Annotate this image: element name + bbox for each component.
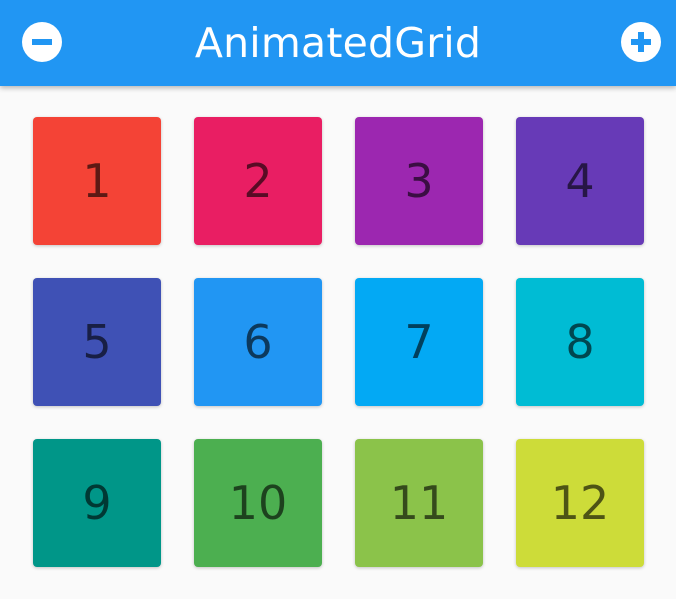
grid-tile[interactable]: 3 [355,117,483,245]
grid-tile[interactable]: 2 [194,117,322,245]
grid-tile-label: 12 [550,476,610,530]
add-item-button[interactable] [621,22,661,62]
grid-tile[interactable]: 4 [516,117,644,245]
grid-tile-label: 9 [82,476,112,530]
grid-tile-label: 8 [565,315,595,369]
animated-grid: 1 2 3 4 5 6 7 8 9 10 11 12 [0,86,676,599]
grid-tile[interactable]: 6 [194,278,322,406]
grid-tile[interactable]: 11 [355,439,483,567]
grid-tile-label: 2 [243,154,273,208]
grid-tile[interactable]: 7 [355,278,483,406]
grid-tile[interactable]: 9 [33,439,161,567]
grid-tile[interactable]: 10 [194,439,322,567]
grid-tile[interactable]: 5 [33,278,161,406]
grid-tile-label: 7 [404,315,434,369]
app-bar: AnimatedGrid [0,0,676,86]
add-circle-icon [631,32,651,52]
grid-tile-label: 1 [82,154,112,208]
grid-tile[interactable]: 8 [516,278,644,406]
grid-tile[interactable]: 1 [33,117,161,245]
grid-tile[interactable]: 12 [516,439,644,567]
grid-tile-label: 10 [228,476,288,530]
grid-tile-label: 4 [565,154,595,208]
app-title: AnimatedGrid [194,19,482,67]
grid-tile-label: 6 [243,315,273,369]
grid-tile-label: 3 [404,154,434,208]
grid-tile-label: 5 [82,315,112,369]
grid-tile-label: 11 [389,476,449,530]
